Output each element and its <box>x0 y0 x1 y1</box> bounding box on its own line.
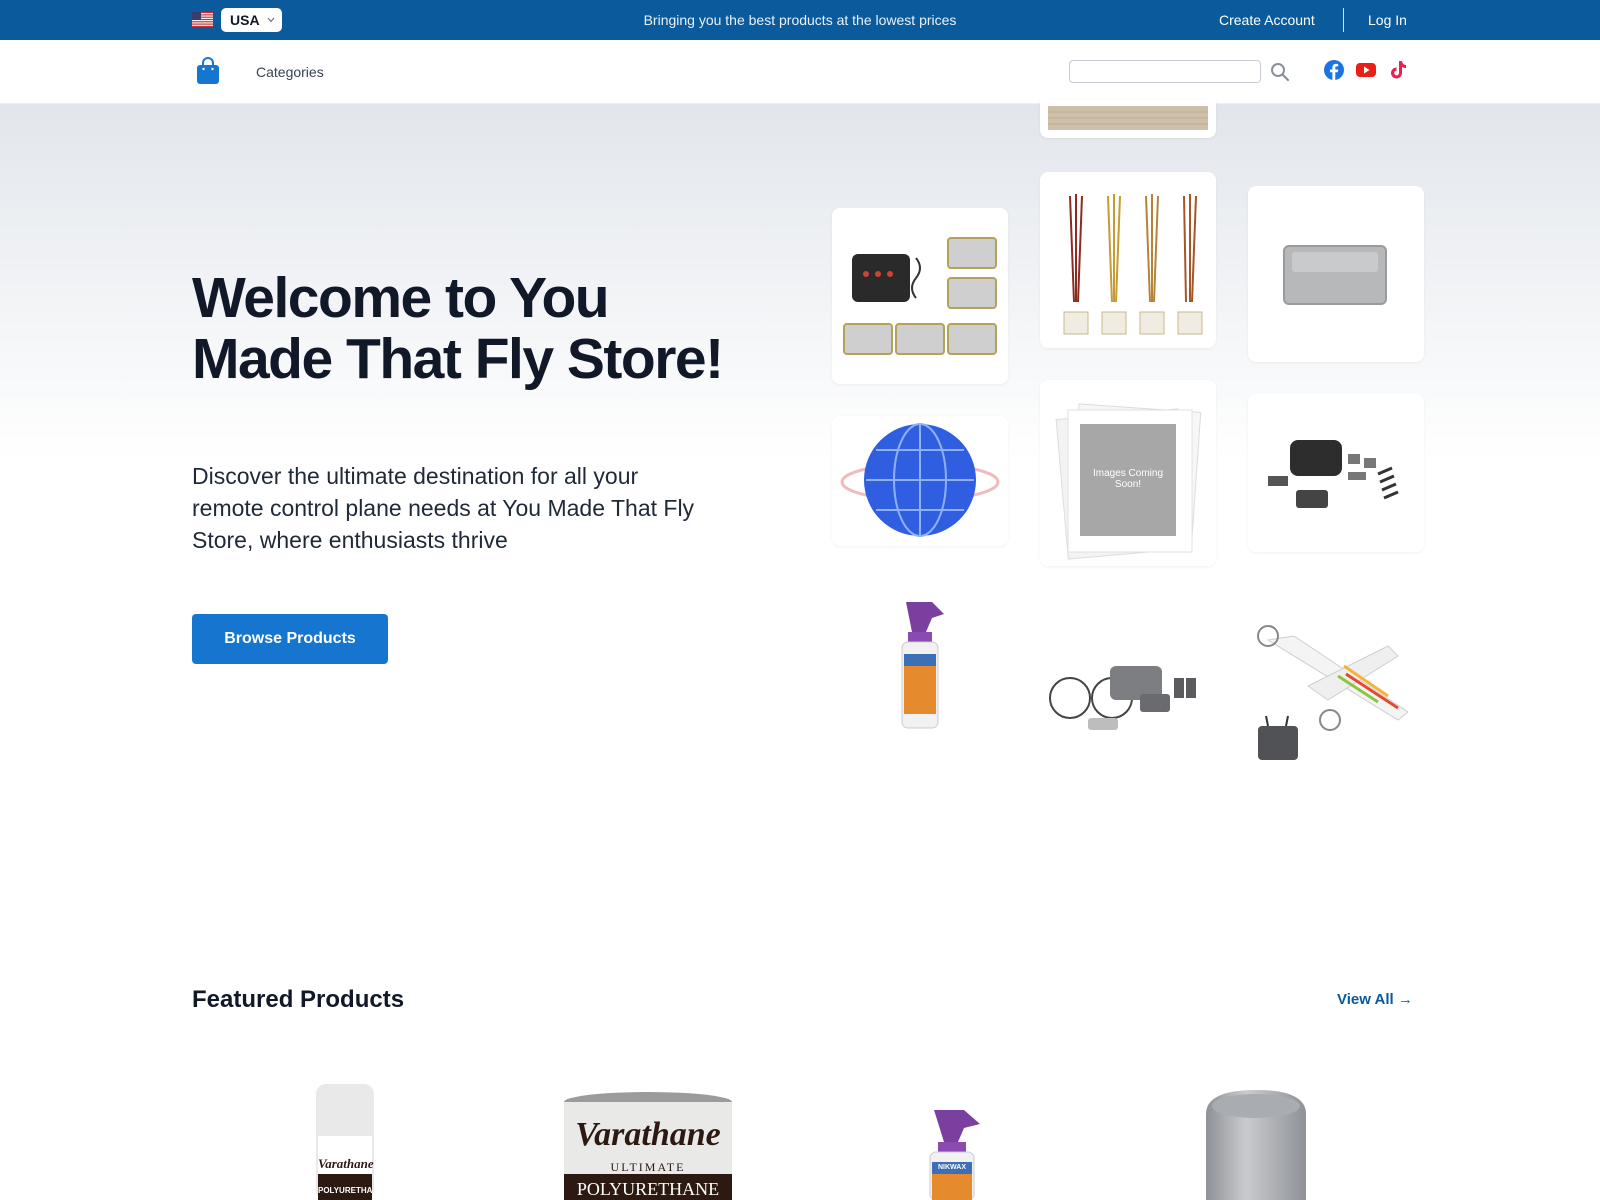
browse-products-button[interactable]: Browse Products <box>192 614 388 664</box>
drone-charging-hub-image[interactable] <box>1248 186 1424 362</box>
main-nav: Categories <box>0 40 1600 104</box>
blue-orb-spinner-image[interactable] <box>832 416 1008 546</box>
hero-title: Welcome to You Made That Fly Store! <box>192 266 724 391</box>
product-2-product: POLYURETHANE <box>576 1179 720 1199</box>
search-icon[interactable] <box>1269 61 1291 83</box>
product-2-label: ULTIMATE <box>610 1160 686 1174</box>
tiktok-icon[interactable] <box>1387 59 1409 81</box>
topbar-divider <box>1343 8 1344 32</box>
featured-products-title: Featured Products <box>192 986 405 1013</box>
spray-bottle-image[interactable] <box>832 596 1008 734</box>
create-account-link[interactable]: Create Account <box>1219 12 1315 28</box>
search-input[interactable] <box>1069 60 1261 83</box>
top-bar: USA Bringing you the best products at th… <box>0 0 1600 40</box>
drone-kit-accessories-image[interactable] <box>1248 394 1424 552</box>
nikwax-spray-bottle-image[interactable] <box>920 1106 996 1200</box>
product-1-label: ULTIMATE <box>325 1176 365 1185</box>
categories-link[interactable]: Categories <box>256 64 324 80</box>
view-all-link[interactable]: View All → <box>1337 991 1413 1008</box>
product-1-product: POLYURETHANE <box>318 1186 372 1195</box>
facebook-icon[interactable] <box>1323 59 1345 81</box>
youtube-icon[interactable] <box>1355 59 1377 81</box>
tagline: Bringing you the best products at the lo… <box>643 12 957 28</box>
cable-bundle-image[interactable] <box>1040 172 1216 348</box>
battery-charger-set-image[interactable] <box>832 208 1008 384</box>
product-3-brand: NIKWAX <box>938 1164 966 1171</box>
rc-plane-with-transmitter-image[interactable] <box>1248 616 1424 768</box>
product-2-brand: Varathane <box>575 1116 721 1153</box>
silver-spray-can-image[interactable] <box>1206 1090 1306 1200</box>
hero-subtitle: Discover the ultimate destination for al… <box>192 463 695 553</box>
mini-drone-combo-image[interactable] <box>1040 648 1216 760</box>
shopping-bag-icon[interactable] <box>196 57 220 85</box>
product-1-brand: Varathane <box>318 1156 374 1171</box>
log-in-link[interactable]: Log In <box>1368 12 1407 28</box>
images-coming-soon-text: Images Coming Soon! <box>1092 468 1164 490</box>
wood-panel-image[interactable] <box>1040 100 1216 138</box>
